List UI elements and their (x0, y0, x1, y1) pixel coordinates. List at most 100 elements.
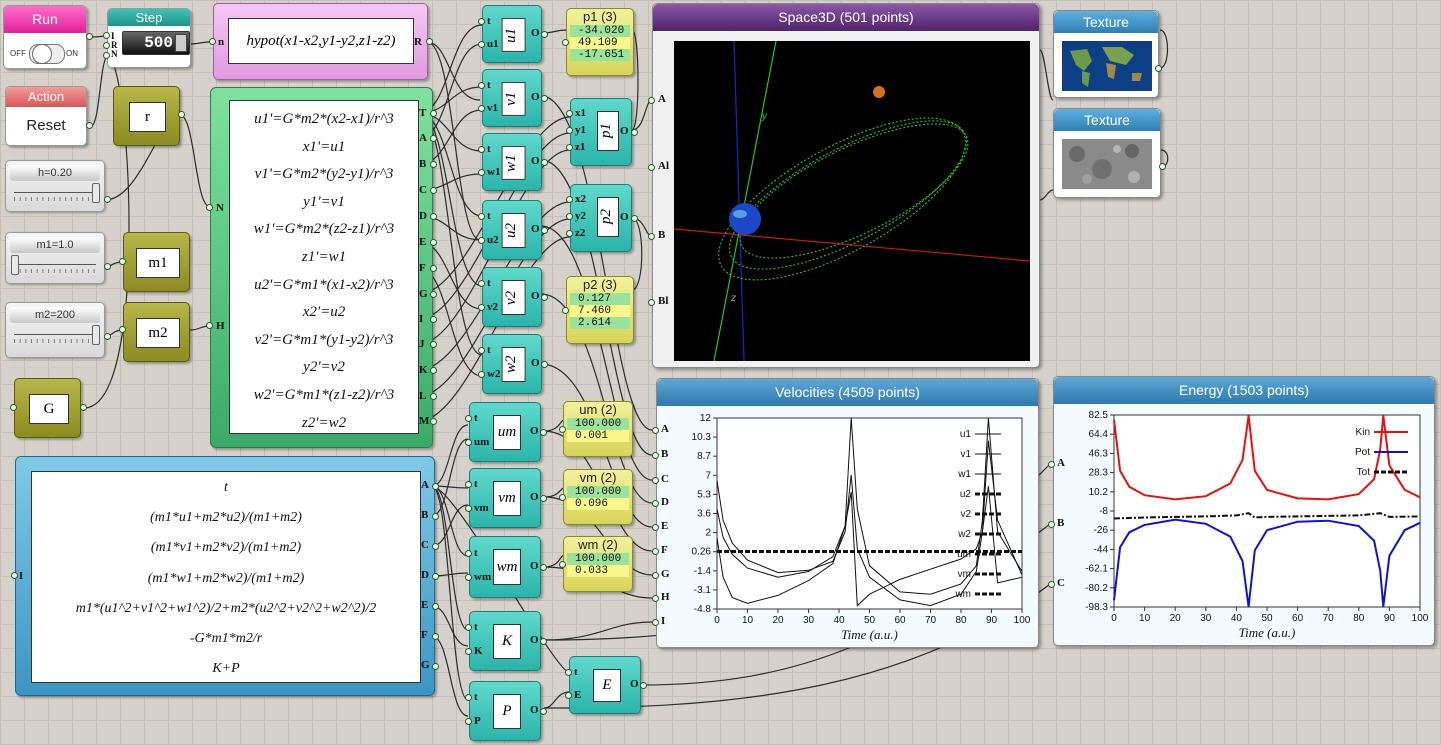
m2-block[interactable]: m2 (123, 302, 190, 362)
series-out-port[interactable] (541, 31, 548, 38)
series-out-port[interactable] (541, 361, 548, 368)
h-slider[interactable]: h=0.20 (5, 160, 105, 212)
points-out-port[interactable] (631, 215, 638, 222)
hypot-block[interactable]: hypot(x1-x2,y1-y2,z1-z2) (213, 3, 428, 80)
velocities-port-f[interactable] (652, 548, 659, 555)
m2-slider[interactable]: m2=200 (5, 302, 105, 358)
space3d-port-al[interactable] (648, 164, 655, 171)
series-in-port[interactable] (565, 691, 572, 699)
energy-port-a[interactable] (1048, 461, 1055, 468)
velocities-port-d[interactable] (652, 500, 659, 507)
ode-out-port-t[interactable] (430, 110, 437, 117)
space3d-port-b[interactable] (648, 233, 655, 240)
series-in-port[interactable] (478, 40, 485, 48)
expr-out-port-b[interactable] (432, 513, 439, 520)
points-in-port[interactable] (566, 110, 573, 117)
ode-out-port-e[interactable] (430, 239, 437, 246)
m1-slider-port[interactable] (104, 263, 111, 270)
ode-block[interactable]: u1'=G*m2*(x2-x1)/r^3 x1'=u1 v1'=G*m2*(y2-y… (210, 87, 433, 448)
space3d-canvas[interactable]: y z (674, 41, 1030, 361)
ode-out-port-d[interactable] (430, 213, 437, 220)
ode-out-port-i[interactable] (430, 316, 437, 323)
display-in-port[interactable] (562, 39, 569, 46)
h-slider-port[interactable] (104, 196, 111, 203)
series-out-port[interactable] (540, 708, 547, 715)
series-in-port[interactable] (478, 17, 485, 25)
expr-block[interactable]: t (m1*u1+m2*u2)/(m1+m2) (m1*v1+m2*v2)/(m1+… (15, 456, 435, 696)
series-in-port[interactable] (565, 668, 572, 676)
step-spinner[interactable] (175, 34, 187, 52)
series-out-port[interactable] (541, 227, 548, 234)
space3d-window[interactable]: Space3D (501 points) y z (652, 3, 1040, 368)
r-block-out-port[interactable] (178, 111, 185, 118)
ode-out-port-a[interactable] (430, 135, 437, 142)
velocities-port-c[interactable] (652, 477, 659, 484)
series-out-port[interactable] (541, 294, 548, 301)
space3d-port-bl[interactable] (648, 299, 655, 306)
expr-out-port-g[interactable] (432, 663, 439, 670)
texture-moon-port[interactable] (1159, 163, 1166, 170)
ode-in-port-n[interactable] (206, 204, 213, 211)
points-in-port[interactable] (566, 127, 573, 134)
m2-block-in-port[interactable] (119, 326, 126, 333)
series-out-port[interactable] (540, 564, 547, 571)
points-out-port[interactable] (631, 129, 638, 136)
m1-block-in-port[interactable] (119, 258, 126, 265)
series-out-port[interactable] (540, 638, 547, 645)
step-port-n-dot[interactable] (103, 52, 110, 59)
ode-out-port-l[interactable] (430, 393, 437, 400)
points-in-port[interactable] (566, 144, 573, 151)
g-block[interactable]: G (14, 378, 81, 438)
series-out-port[interactable] (540, 495, 547, 502)
ode-out-port-k[interactable] (430, 367, 437, 374)
ode-out-port-f[interactable] (430, 265, 437, 272)
display-in-port[interactable] (559, 426, 566, 433)
series-in-port[interactable] (465, 549, 472, 557)
velocities-port-h[interactable] (652, 595, 659, 602)
action-out-port[interactable] (86, 122, 93, 129)
ode-out-port-b[interactable] (430, 161, 437, 168)
hypot-in-port[interactable] (209, 38, 216, 45)
texture-moon[interactable]: Texture (1053, 108, 1161, 198)
ode-in-port-h[interactable] (206, 322, 213, 329)
run-out-port[interactable] (86, 33, 93, 40)
step-port-i-dot[interactable] (103, 32, 110, 39)
energy-window[interactable]: Energy (1503 points) 82.5 64.4 46.3 28.3 10.… (1053, 376, 1435, 646)
series-in-port[interactable] (478, 145, 485, 153)
series-in-port[interactable] (478, 104, 485, 112)
run-toggle-knob[interactable] (32, 44, 52, 64)
display-in-port[interactable] (562, 307, 569, 314)
step-counter[interactable]: 500 (122, 31, 190, 55)
series-out-port[interactable] (540, 429, 547, 436)
velocities-port-e[interactable] (652, 524, 659, 531)
hypot-out-port[interactable] (426, 38, 433, 45)
expr-in-port[interactable] (11, 572, 18, 579)
m2-slider-port[interactable] (104, 333, 111, 340)
texture-earth-port[interactable] (1155, 65, 1162, 72)
texture-earth[interactable]: Texture (1053, 10, 1159, 98)
energy-port-c[interactable] (1048, 581, 1055, 588)
space3d-port-a[interactable] (648, 97, 655, 104)
expr-out-port-c[interactable] (432, 543, 439, 550)
series-out-port[interactable] (640, 682, 647, 689)
g-block-out-port[interactable] (80, 404, 87, 411)
m2-slider-thumb[interactable] (92, 325, 100, 345)
energy-port-b[interactable] (1048, 521, 1055, 528)
ode-out-port-g[interactable] (430, 291, 437, 298)
series-in-port[interactable] (478, 168, 485, 176)
expr-out-port-f[interactable] (432, 633, 439, 640)
display-in-port[interactable] (559, 561, 566, 568)
series-out-port[interactable] (541, 95, 548, 102)
velocities-port-g[interactable] (652, 572, 659, 579)
m1-block[interactable]: m1 (123, 232, 190, 292)
velocities-port-i[interactable] (652, 619, 659, 626)
expr-out-port-a[interactable] (432, 483, 439, 490)
points-in-port[interactable] (566, 196, 573, 203)
ode-out-port-j[interactable] (430, 341, 437, 348)
velocities-port-a[interactable] (652, 427, 659, 434)
m1-slider-thumb[interactable] (11, 255, 19, 275)
reset-button[interactable]: Reset (6, 117, 86, 134)
points-in-port[interactable] (566, 213, 573, 220)
points-in-port[interactable] (566, 230, 573, 237)
g-block-in-port[interactable] (10, 404, 17, 411)
